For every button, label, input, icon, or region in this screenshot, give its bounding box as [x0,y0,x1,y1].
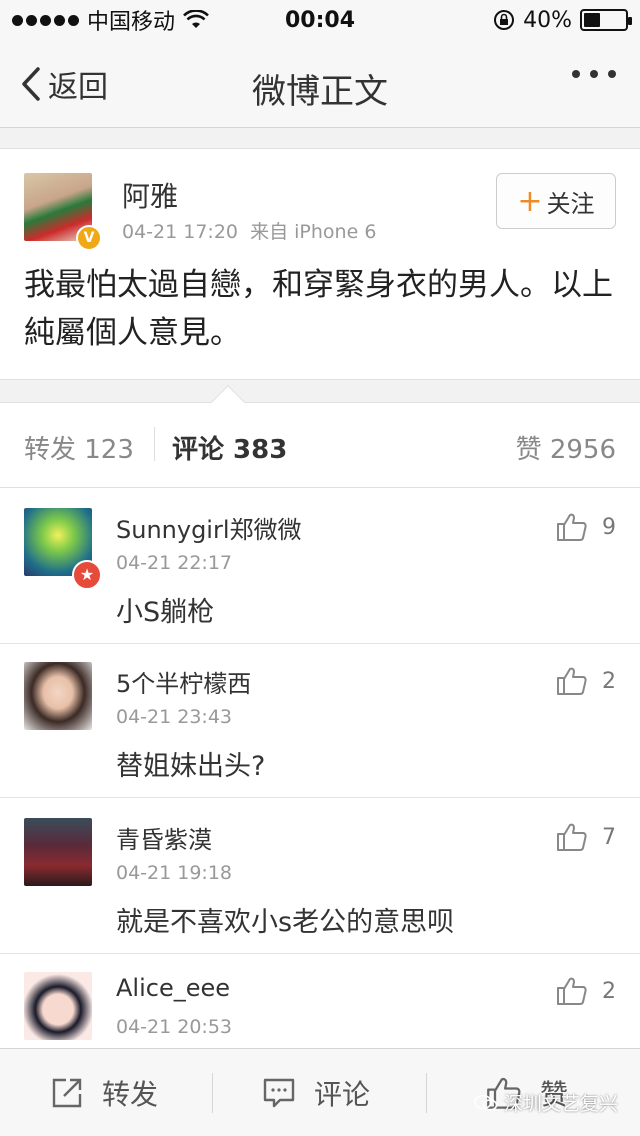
comment-text: 就是不喜欢小s老公的意思呗 [116,907,455,938]
plus-icon: + [517,183,543,219]
battery-icon [580,9,632,31]
status-right: 40% [493,7,632,33]
comment-icon [263,1078,295,1108]
tab-comment[interactable]: 评论 383 [172,429,287,466]
thumbs-up-icon [557,667,587,695]
post-stats-tabs: 转发 123 评论 383 赞 2956 [0,385,640,488]
comment-like-button[interactable]: 7 [556,822,616,852]
watermark-text: 深圳文艺复兴 [503,1093,618,1115]
battery-fill [584,13,600,27]
commenter-name[interactable]: 青昏紫漠 [116,820,212,855]
post-author-name[interactable]: 阿雅 [122,175,178,215]
comment-like-button[interactable]: 2 [556,666,616,696]
comment-list[interactable]: ★ Sunnygirl郑微微 04-21 22:17 小S躺枪 9 5个半柠檬西… [0,488,640,1048]
commenter-name[interactable]: Sunnygirl郑微微 [116,510,302,545]
more-dot-icon [590,70,598,78]
comment-like-count: 2 [602,978,616,1004]
comment-time: 04-21 22:17 [116,552,233,574]
page-title: 微博正文 [252,72,388,112]
comment-like-count: 2 [602,668,616,694]
commenter-avatar[interactable] [24,972,92,1040]
post-card: V 阿雅 04-21 17:20 来自 iPhone 6 + 关注 我最怕太過自… [0,148,640,380]
comment-like-button[interactable]: 2 [556,976,616,1006]
commenter-avatar[interactable] [24,818,92,886]
comment-item: 青昏紫漠 04-21 19:18 就是不喜欢小s老公的意思呗 7 [0,798,640,954]
thumbs-up-icon [557,977,587,1005]
active-tab-indicator [211,385,245,419]
thumbs-up-icon [557,513,587,541]
divider [426,1073,427,1113]
more-dot-icon [608,70,616,78]
follow-label: 关注 [546,189,595,218]
more-dot-icon [572,70,580,78]
comment-item: Alice_eee 04-21 20:53 2 [0,952,640,1048]
verified-badge-icon: V [76,225,102,251]
battery-percent: 40% [523,7,572,33]
comment-text: 小S躺枪 [116,597,215,628]
watermark: 深圳文艺复兴 [474,1089,618,1116]
commenter-name[interactable]: Alice_eee [116,974,230,1002]
status-bar: 中国移动 00:04 40% [0,0,640,40]
commenter-avatar[interactable] [24,662,92,730]
commenter-name[interactable]: 5个半柠檬西 [116,664,251,699]
share-icon [52,1078,82,1108]
comment-like-count: 9 [602,514,616,540]
rotation-lock-icon [494,10,515,30]
comment-time: 04-21 19:18 [116,862,233,884]
comment-time: 04-21 20:53 [116,1016,233,1038]
bottom-action-bar: 转发 评论 赞 深圳文艺复兴 [0,1048,640,1136]
wechat-icon [474,1094,498,1111]
post-source: 来自 iPhone 6 [250,221,377,243]
comment-button[interactable]: 评论 [262,1073,370,1113]
star-badge-icon: ★ [72,560,102,590]
comment-text: 替姐妹出头? [116,751,266,782]
more-button[interactable] [572,70,616,78]
tab-divider [154,427,155,461]
divider [212,1073,213,1113]
comment-label: 评论 [314,1078,371,1111]
comment-time: 04-21 23:43 [116,706,233,728]
nav-bar: 返回 微博正文 [0,40,640,128]
comment-item: 5个半柠檬西 04-21 23:43 替姐妹出头? 2 [0,642,640,798]
repost-button[interactable]: 转发 [50,1073,158,1113]
thumbs-up-icon [557,823,587,851]
comment-like-count: 7 [602,824,616,850]
post-meta: 04-21 17:20 来自 iPhone 6 [122,217,376,244]
post-time: 04-21 17:20 [122,221,239,243]
tab-like[interactable]: 赞 2956 [516,429,616,466]
follow-button[interactable]: + 关注 [496,173,616,229]
repost-label: 转发 [102,1078,159,1111]
post-text: 我最怕太過自戀，和穿緊身衣的男人。以上純屬個人意見。 [24,267,613,351]
comment-item: ★ Sunnygirl郑微微 04-21 22:17 小S躺枪 9 [0,488,640,644]
comment-like-button[interactable]: 9 [556,512,616,542]
tab-repost[interactable]: 转发 123 [24,429,134,466]
